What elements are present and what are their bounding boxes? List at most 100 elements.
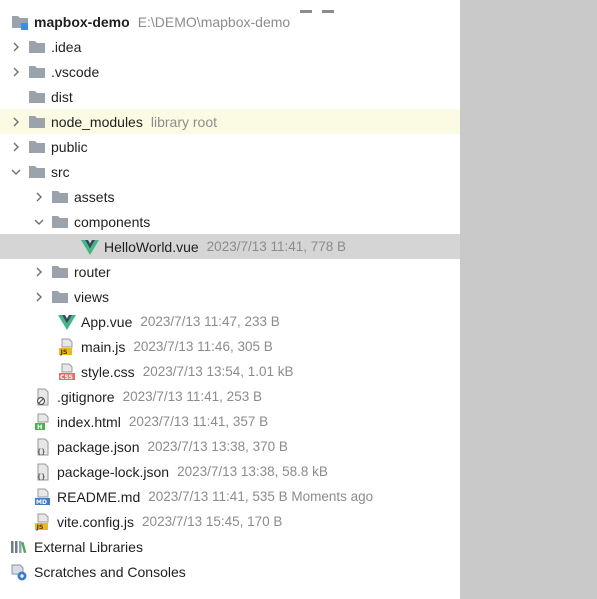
chevron-right-icon[interactable] <box>8 64 24 80</box>
chevron-right-icon[interactable] <box>31 289 47 305</box>
tree-row-views[interactable]: views <box>0 284 460 309</box>
external-libraries-icon <box>10 538 28 556</box>
tree-item-label: .gitignore <box>57 388 115 405</box>
tree-row-public[interactable]: public <box>0 134 460 159</box>
file-meta: 2023/7/13 11:41, 357 B <box>128 414 269 429</box>
file-meta: 2023/7/13 13:38, 370 B <box>147 439 288 454</box>
tree-item-label: vite.config.js <box>57 513 135 530</box>
chevron-right-icon[interactable] <box>31 189 47 205</box>
vue-icon <box>58 313 76 331</box>
project-folder-icon <box>11 13 29 31</box>
tree-item-label: views <box>74 288 110 305</box>
editor-area-placeholder <box>460 0 597 599</box>
html-file-icon: H <box>34 413 52 431</box>
toolbar-edge <box>300 0 360 13</box>
gitignore-file-icon <box>34 388 52 406</box>
tree-item-label: README.md <box>57 488 141 505</box>
folder-icon <box>51 263 69 281</box>
js-file-icon: JS <box>34 513 52 531</box>
tree-row-readme-md[interactable]: MD README.md 2023/7/13 11:41, 535 B Mome… <box>0 484 460 509</box>
vue-icon <box>81 238 99 256</box>
tree-item-label: package-lock.json <box>57 463 170 480</box>
file-meta: 2023/7/13 13:54, 1.01 kB <box>142 364 294 379</box>
svg-text:{}: {} <box>37 473 45 481</box>
js-file-icon: JS <box>58 338 76 356</box>
tree-item-label: Scratches and Consoles <box>34 563 186 580</box>
chevron-down-icon[interactable] <box>8 164 24 180</box>
folder-icon <box>28 88 46 106</box>
tree-row-gitignore[interactable]: .gitignore 2023/7/13 11:41, 253 B <box>0 384 460 409</box>
chevron-right-icon[interactable] <box>31 264 47 280</box>
folder-icon <box>28 63 46 81</box>
tree-row-index-html[interactable]: H index.html 2023/7/13 11:41, 357 B <box>0 409 460 434</box>
tree-row-app-vue[interactable]: App.vue 2023/7/13 11:47, 233 B <box>0 309 460 334</box>
project-name: mapbox-demo <box>34 13 130 30</box>
folder-icon <box>28 138 46 156</box>
chevron-right-icon[interactable] <box>8 114 24 130</box>
chevron-right-icon[interactable] <box>8 39 24 55</box>
tree-item-label: components <box>74 213 151 230</box>
library-root-hint: library root <box>150 113 217 130</box>
css-file-icon: CSS <box>58 363 76 381</box>
svg-text:{}: {} <box>37 448 45 456</box>
tree-row-components[interactable]: components <box>0 209 460 234</box>
svg-text:H: H <box>37 423 42 431</box>
tree-item-label: public <box>51 138 88 155</box>
json-file-icon: {} <box>34 463 52 481</box>
tree-row-helloworld-vue[interactable]: HelloWorld.vue 2023/7/13 11:41, 778 B <box>0 234 460 259</box>
json-file-icon: {} <box>34 438 52 456</box>
svg-text:MD: MD <box>36 499 47 506</box>
tree-row-main-js[interactable]: JS main.js 2023/7/13 11:46, 305 B <box>0 334 460 359</box>
file-meta: 2023/7/13 15:45, 170 B <box>142 514 283 529</box>
svg-text:JS: JS <box>36 523 44 531</box>
folder-icon <box>28 38 46 56</box>
svg-text:CSS: CSS <box>60 374 73 381</box>
tree-row-external-libraries[interactable]: External Libraries <box>0 534 460 559</box>
tree-item-label: src <box>51 163 70 180</box>
scratches-icon <box>10 563 28 581</box>
chevron-down-icon[interactable] <box>31 214 47 230</box>
tree-row-dist[interactable]: dist <box>0 84 460 109</box>
folder-icon <box>51 188 69 206</box>
file-meta: 2023/7/13 11:41, 535 B Moments ago <box>148 489 374 504</box>
tree-row-package-json[interactable]: {} package.json 2023/7/13 13:38, 370 B <box>0 434 460 459</box>
file-meta: 2023/7/13 13:38, 58.8 kB <box>177 464 328 479</box>
tree-item-label: index.html <box>57 413 121 430</box>
tree-item-label: External Libraries <box>34 538 143 555</box>
markdown-file-icon: MD <box>34 488 52 506</box>
tree-item-label: .vscode <box>51 63 100 80</box>
tree-item-label: App.vue <box>81 313 133 330</box>
project-path: E:\DEMO\mapbox-demo <box>137 13 291 30</box>
file-meta: 2023/7/13 11:41, 778 B <box>206 239 347 254</box>
tree-item-label: node_modules <box>51 113 143 130</box>
tree-row-vscode[interactable]: .vscode <box>0 59 460 84</box>
tree-row-style-css[interactable]: CSS style.css 2023/7/13 13:54, 1.01 kB <box>0 359 460 384</box>
tree-item-label: HelloWorld.vue <box>104 238 199 255</box>
project-tree-panel: mapbox-demo E:\DEMO\mapbox-demo .idea .v… <box>0 0 460 599</box>
tree-row-project-root[interactable]: mapbox-demo E:\DEMO\mapbox-demo <box>0 9 460 34</box>
tree-row-src[interactable]: src <box>0 159 460 184</box>
tree-item-label: assets <box>74 188 115 205</box>
tree-item-label: .idea <box>51 38 82 55</box>
tree-row-package-lock-json[interactable]: {} package-lock.json 2023/7/13 13:38, 58… <box>0 459 460 484</box>
chevron-right-icon[interactable] <box>8 139 24 155</box>
file-meta: 2023/7/13 11:41, 253 B <box>122 389 262 404</box>
tree-row-router[interactable]: router <box>0 259 460 284</box>
tree-row-idea[interactable]: .idea <box>0 34 460 59</box>
file-meta: 2023/7/13 11:46, 305 B <box>133 339 273 354</box>
tree-row-node-modules[interactable]: node_modules library root <box>0 109 460 134</box>
tree-item-label: main.js <box>81 338 126 355</box>
tree-item-label: style.css <box>81 363 135 380</box>
svg-text:JS: JS <box>60 348 68 356</box>
folder-icon <box>28 163 46 181</box>
folder-icon <box>28 113 46 131</box>
tree-item-label: dist <box>51 88 73 105</box>
tree-item-label: router <box>74 263 111 280</box>
file-meta: 2023/7/13 11:47, 233 B <box>140 314 280 329</box>
tree-item-label: package.json <box>57 438 140 455</box>
folder-icon <box>51 213 69 231</box>
tree-row-vite-config-js[interactable]: JS vite.config.js 2023/7/13 15:45, 170 B <box>0 509 460 534</box>
tree-row-scratches-and-consoles[interactable]: Scratches and Consoles <box>0 559 460 584</box>
tree-row-assets[interactable]: assets <box>0 184 460 209</box>
folder-icon <box>51 288 69 306</box>
